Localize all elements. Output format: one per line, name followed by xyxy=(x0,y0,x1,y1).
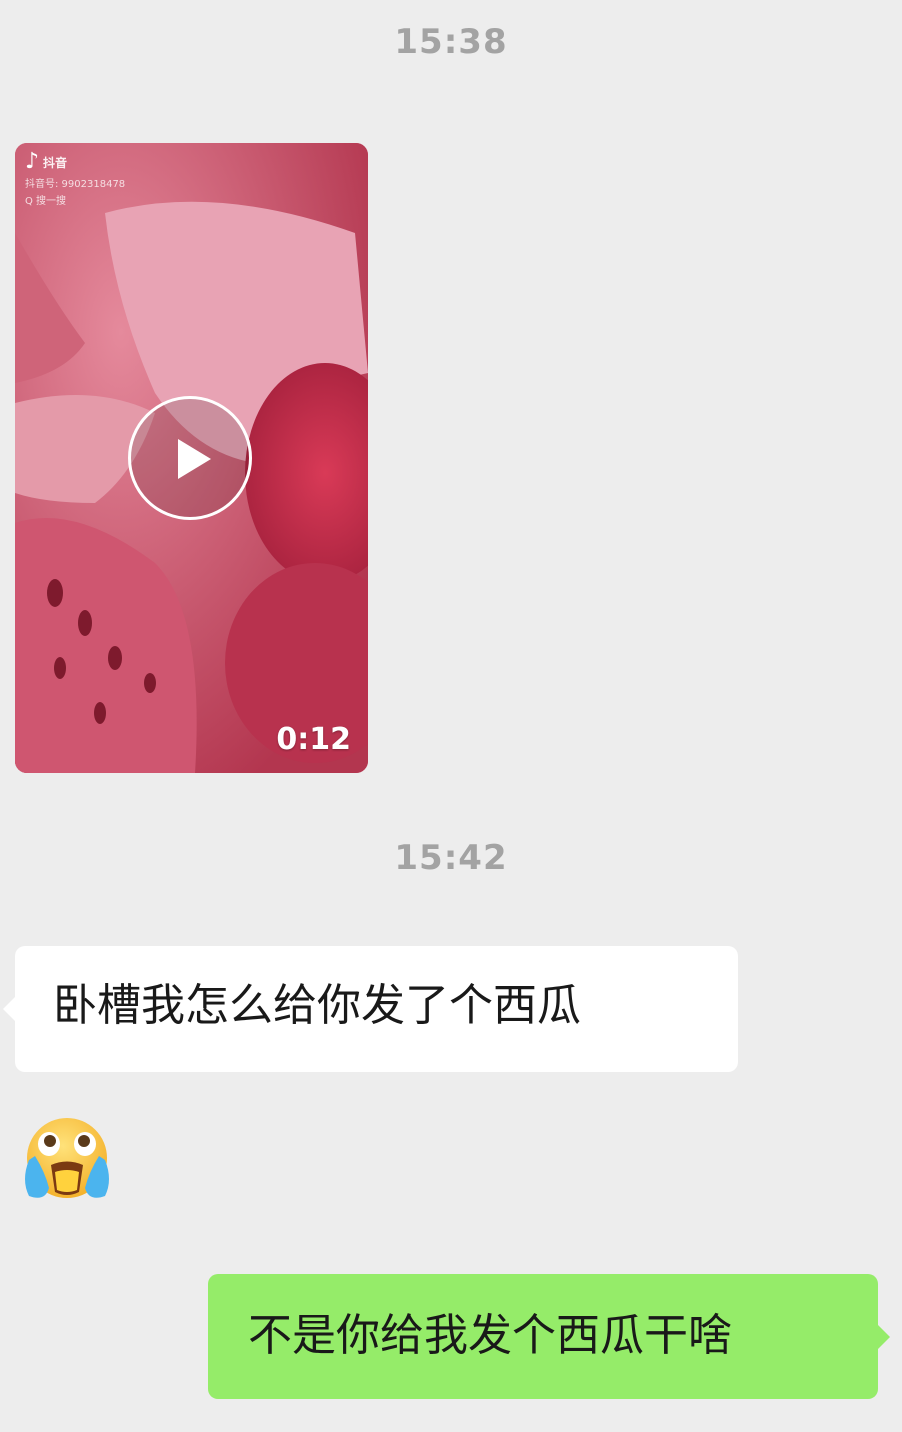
video-message[interactable]: ♪ 抖音 抖音号: 9902318478 Q 搜一搜 0:12 xyxy=(15,143,368,773)
outgoing-message-text: 不是你给我发个西瓜干啥 xyxy=(248,1310,732,1361)
timestamp: 15:42 xyxy=(394,838,508,878)
outgoing-message-bubble[interactable]: 不是你给我发个西瓜干啥 xyxy=(208,1274,890,1399)
douyin-logo-icon: ♪ xyxy=(25,149,40,174)
douyin-watermark: ♪ 抖音 抖音号: 9902318478 Q 搜一搜 xyxy=(25,149,126,208)
video-duration: 0:12 xyxy=(276,722,351,757)
douyin-search-hint: Q 搜一搜 xyxy=(25,196,67,207)
crying-face-emoji-icon[interactable] xyxy=(15,1110,117,1212)
incoming-message-text: 卧槽我怎么给你发了个西瓜 xyxy=(53,980,581,1031)
play-icon xyxy=(178,439,211,479)
incoming-message-bubble[interactable]: 卧槽我怎么给你发了个西瓜 xyxy=(3,946,738,1072)
douyin-account-id: 抖音号: 9902318478 xyxy=(25,179,126,190)
douyin-app-name: 抖音 xyxy=(43,155,68,170)
timestamp: 15:38 xyxy=(394,22,508,62)
play-button[interactable] xyxy=(128,396,252,520)
